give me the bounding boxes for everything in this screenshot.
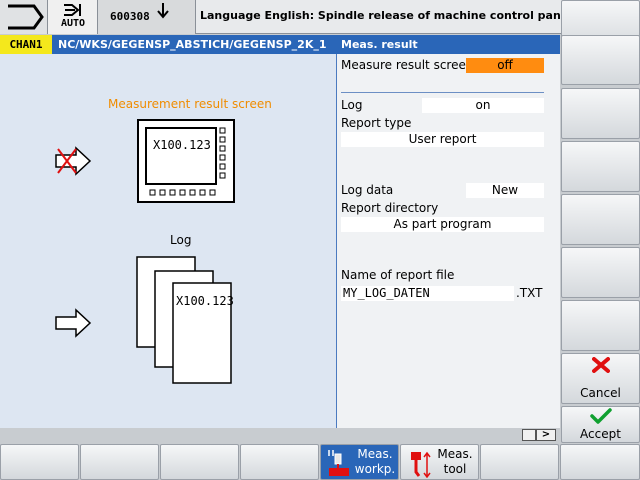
cancel-label: Cancel — [580, 386, 621, 400]
horizontal-softkey-7[interactable] — [480, 444, 559, 480]
vertical-softkey-7[interactable] — [561, 300, 640, 351]
disabled-arrow-icon — [55, 146, 92, 176]
vertical-softkey-2[interactable] — [561, 35, 640, 85]
log-pages-illustration — [136, 256, 232, 384]
log-value: X100.123 — [176, 294, 234, 308]
monitor-illustration — [137, 119, 235, 203]
meas-workpiece-button[interactable]: Meas. workp. — [320, 444, 399, 480]
report-directory-label: Report directory — [341, 201, 439, 215]
program-path: NC/WKS/GEGENSP_ABSTICH/GEGENSP_2K_1 — [58, 38, 327, 51]
horizontal-softkey-4[interactable] — [240, 444, 319, 480]
cancel-button[interactable]: Cancel — [561, 353, 640, 404]
channel-indicator: CHAN1 — [0, 35, 52, 54]
cancel-icon — [592, 357, 610, 373]
report-type-field[interactable]: User report — [341, 132, 544, 147]
meas-tool-label: Meas. tool — [437, 447, 473, 476]
meas-tool-button[interactable]: Meas. tool — [400, 444, 479, 480]
log-data-label: Log data — [341, 183, 394, 197]
horizontal-scrollbar — [0, 428, 560, 442]
vertical-softkey-6[interactable] — [561, 247, 640, 298]
measure-result-screen-label: Measure result scree — [341, 58, 466, 72]
scroll-left-button[interactable] — [522, 429, 536, 441]
program-number: 600308 — [110, 10, 150, 23]
separator — [341, 92, 544, 93]
auto-mode-icon — [64, 4, 81, 16]
operating-mode-label: AUTO — [60, 18, 86, 29]
arrow-down-icon — [157, 3, 169, 19]
measure-tool-icon — [411, 451, 431, 478]
horizontal-softkey-3[interactable] — [160, 444, 239, 480]
report-directory-field[interactable]: As part program — [341, 217, 544, 232]
log-field[interactable]: on — [422, 98, 544, 113]
operating-mode-indicator: AUTO — [48, 0, 98, 34]
report-file-field[interactable]: MY_LOG_DATEN — [341, 286, 514, 301]
accept-label: Accept — [580, 427, 621, 441]
horizontal-softkey-2[interactable] — [80, 444, 159, 480]
horizontal-softkey-8[interactable] — [560, 444, 640, 480]
screen-value: X100.123 — [153, 138, 211, 152]
vertical-softkey-4[interactable] — [561, 141, 640, 192]
screen-heading: Measurement result screen — [108, 97, 272, 111]
horizontal-softkey-1[interactable] — [0, 444, 79, 480]
report-file-extension: .TXT — [516, 286, 543, 300]
vertical-softkey-3[interactable] — [561, 88, 640, 139]
vertical-softkey-5[interactable] — [561, 194, 640, 245]
log-label: Log — [341, 98, 363, 112]
report-file-label: Name of report file — [341, 268, 455, 282]
program-indicator: 600308 — [98, 0, 196, 34]
report-type-label: Report type — [341, 116, 412, 130]
scroll-right-button[interactable]: > — [536, 429, 556, 441]
measure-workpiece-icon — [328, 450, 349, 476]
arrow-right-icon — [55, 308, 92, 338]
meas-workpiece-label: Meas. workp. — [354, 447, 396, 476]
checkmark-icon — [590, 408, 612, 424]
jog-mode-icon — [8, 4, 44, 30]
mode-selector[interactable] — [0, 0, 48, 34]
log-data-field[interactable]: New — [466, 183, 544, 198]
log-heading: Log — [170, 233, 192, 247]
page-title: Meas. result — [341, 38, 418, 51]
measure-result-screen-field[interactable]: off — [466, 58, 544, 73]
accept-button[interactable]: Accept — [561, 406, 640, 443]
